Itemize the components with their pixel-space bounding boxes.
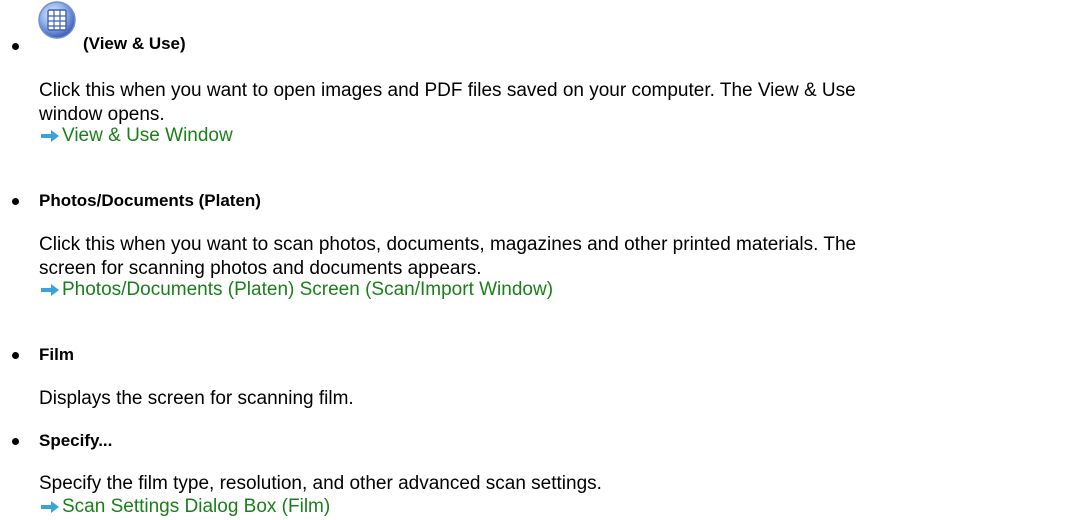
link-label: Scan Settings Dialog Box (Film)	[62, 496, 331, 517]
bullet	[12, 43, 19, 50]
item-description-line: window opens.	[39, 104, 165, 125]
bullet	[12, 438, 19, 445]
arrow-right-icon	[41, 130, 59, 142]
link-label: Photos/Documents (Platen) Screen (Scan/I…	[62, 279, 554, 300]
bullet	[12, 198, 19, 205]
arrow-right-icon	[41, 284, 59, 296]
scan-settings-dialog-link[interactable]: Scan Settings Dialog Box (Film)	[39, 496, 330, 518]
item-heading: (View & Use)	[83, 34, 186, 53]
item-description-line: Click this when you want to open images …	[39, 80, 856, 101]
arrow-right-icon	[41, 501, 59, 513]
link-label: View & Use Window	[62, 125, 233, 146]
view-and-use-icon	[38, 1, 76, 39]
bullet	[12, 352, 19, 359]
view-and-use-window-link[interactable]: View & Use Window	[39, 125, 233, 147]
item-description-line: Specify the film type, resolution, and o…	[39, 473, 602, 494]
item-description-line: screen for scanning photos and documents…	[39, 258, 482, 279]
item-description-line: Click this when you want to scan photos,…	[39, 234, 857, 255]
item-description-line: Displays the screen for scanning film.	[39, 388, 354, 409]
photos-documents-screen-link[interactable]: Photos/Documents (Platen) Screen (Scan/I…	[39, 279, 553, 301]
item-heading: Specify...	[39, 431, 113, 450]
item-heading: Film	[39, 345, 74, 364]
item-heading: Photos/Documents (Platen)	[39, 191, 261, 210]
